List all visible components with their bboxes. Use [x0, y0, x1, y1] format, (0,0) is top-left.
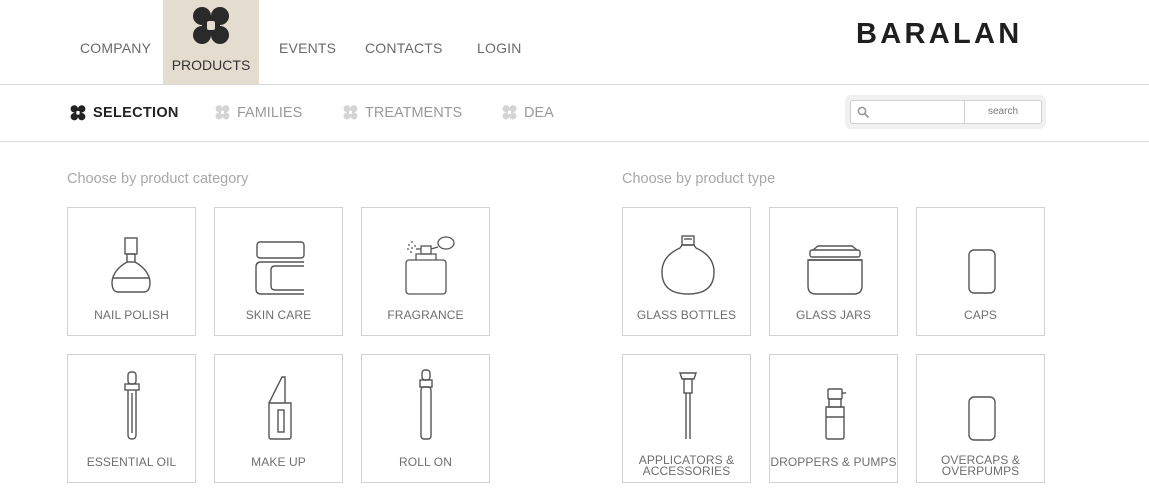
- nav-events[interactable]: EVENTS: [279, 40, 336, 56]
- card-applicators[interactable]: APPLICATORS & ACCESSORIES: [622, 354, 751, 483]
- search-button[interactable]: search: [964, 100, 1042, 124]
- skin-care-icon: [255, 241, 305, 295]
- card-label: NAIL POLISH: [94, 308, 169, 322]
- fragrance-icon: [405, 236, 455, 295]
- card-label: ESSENTIAL OIL: [86, 455, 177, 469]
- card-droppers-pumps[interactable]: DROPPERS & PUMPS: [769, 354, 898, 483]
- glass-bottle-icon: [661, 235, 715, 295]
- card-label: MAKE UP: [251, 455, 306, 469]
- card-label: APPLICATORS & ACCESSORIES: [638, 453, 735, 478]
- card-label: FRAGRANCE: [387, 308, 464, 322]
- nav-products-label: PRODUCTS: [171, 57, 251, 73]
- card-label: DROPPERS & PUMPS: [770, 455, 897, 469]
- tab-dea[interactable]: DEA: [501, 104, 554, 121]
- essential-oil-icon: [124, 371, 140, 440]
- baralan-logo-icon: [193, 7, 229, 44]
- card-caps[interactable]: CAPS: [916, 207, 1045, 336]
- card-label: OVERCAPS & OVERPUMPS: [940, 453, 1021, 478]
- card-glass-jars[interactable]: GLASS JARS: [769, 207, 898, 336]
- card-label: CAPS: [963, 308, 998, 322]
- product-subnav: SELECTION FAMILIES TREATMENTS DEA search: [0, 85, 1149, 142]
- flower-icon: [502, 105, 517, 120]
- roll-on-icon: [419, 369, 433, 440]
- tab-families[interactable]: FAMILIES: [214, 104, 302, 121]
- card-label: GLASS JARS: [795, 308, 872, 322]
- nail-polish-icon: [111, 237, 151, 293]
- cap-icon: [968, 249, 996, 294]
- glass-jar-icon: [807, 245, 863, 295]
- card-glass-bottles[interactable]: GLASS BOTTLES: [622, 207, 751, 336]
- card-essential-oil[interactable]: ESSENTIAL OIL: [67, 354, 196, 483]
- tab-treatments-label: TREATMENTS: [365, 104, 463, 121]
- tab-treatments[interactable]: TREATMENTS: [342, 104, 462, 121]
- flower-icon: [343, 105, 358, 120]
- search-input[interactable]: [850, 100, 964, 124]
- type-section-title: Choose by product type: [622, 171, 776, 187]
- brand-logo[interactable]: BARALAN: [856, 18, 1022, 51]
- tab-selection-label: SELECTION: [93, 105, 179, 121]
- nav-products[interactable]: PRODUCTS: [163, 0, 259, 84]
- category-section-title: Choose by product category: [67, 171, 249, 187]
- card-roll-on[interactable]: ROLL ON: [361, 354, 490, 483]
- card-skin-care[interactable]: SKIN CARE: [214, 207, 343, 336]
- make-up-icon: [268, 376, 292, 440]
- overcap-icon: [968, 396, 996, 441]
- tab-families-label: FAMILIES: [237, 104, 303, 121]
- search-box: search: [845, 95, 1046, 129]
- card-fragrance[interactable]: FRAGRANCE: [361, 207, 490, 336]
- applicator-icon: [679, 372, 697, 439]
- search-icon: [857, 106, 870, 119]
- card-label: ROLL ON: [399, 455, 452, 469]
- flower-icon: [70, 105, 86, 121]
- tab-dea-label: DEA: [524, 104, 554, 121]
- tab-selection[interactable]: SELECTION: [69, 104, 179, 122]
- flower-icon: [215, 105, 230, 120]
- card-label: SKIN CARE: [245, 308, 312, 322]
- card-nail-polish[interactable]: NAIL POLISH: [67, 207, 196, 336]
- nav-contacts[interactable]: CONTACTS: [365, 40, 443, 56]
- card-overcaps[interactable]: OVERCAPS & OVERPUMPS: [916, 354, 1045, 483]
- pump-icon: [825, 388, 846, 440]
- top-navigation: COMPANY PRODUCTS EVENTS CONTACTS LOGIN B…: [0, 0, 1149, 85]
- card-label: GLASS BOTTLES: [636, 308, 737, 322]
- nav-login[interactable]: LOGIN: [477, 40, 522, 56]
- nav-company[interactable]: COMPANY: [80, 40, 151, 56]
- card-make-up[interactable]: MAKE UP: [214, 354, 343, 483]
